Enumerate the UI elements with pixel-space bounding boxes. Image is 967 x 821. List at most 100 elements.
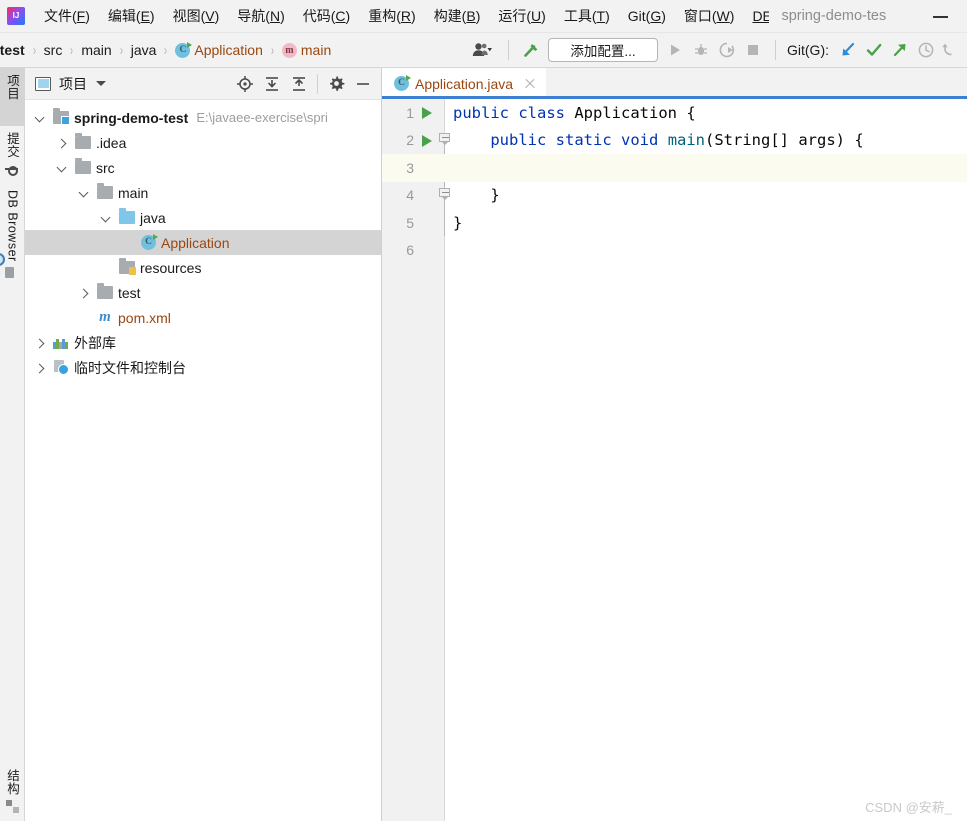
folder-icon — [97, 283, 113, 299]
panel-divider — [317, 73, 318, 94]
menu-item-2[interactable]: 编辑(E) — [99, 2, 164, 30]
settings-gear-icon[interactable] — [324, 72, 348, 96]
vcs-history-icon[interactable] — [913, 37, 939, 63]
breadcrumb: no-test › src › main › java › Application › main — [0, 41, 331, 59]
tree-node-label: Application — [161, 234, 230, 251]
editor-tab-label: Application.java — [415, 75, 514, 92]
build-hammer-icon[interactable] — [518, 37, 544, 63]
menu-item-10[interactable]: Git(G) — [619, 4, 675, 28]
stop-icon[interactable] — [740, 37, 766, 63]
tree-node-临时文件和控制台[interactable]: 临时文件和控制台 — [25, 355, 381, 380]
tree-node-Application[interactable]: Application — [25, 230, 381, 255]
breadcrumb-item-application[interactable]: Application — [175, 41, 263, 58]
chevron-collapsed-icon[interactable] — [33, 336, 47, 350]
user-group-icon[interactable] — [465, 37, 499, 63]
code-line-4[interactable]: 4 } — [382, 182, 967, 210]
breadcrumb-item-java[interactable]: java — [131, 42, 157, 58]
chevron-collapsed-icon[interactable] — [77, 286, 91, 300]
breadcrumb-separator: › — [164, 41, 168, 59]
intellij-idea-window: 文件(F)编辑(E)视图(V)导航(N)代码(C)重构(R)构建(B)运行(U)… — [0, 0, 967, 821]
tree-node-label: java — [140, 209, 166, 226]
chevron-collapsed-icon[interactable] — [55, 136, 69, 150]
menu-item-3[interactable]: 视图(V) — [164, 2, 229, 30]
code-fold-start-icon[interactable] — [439, 132, 450, 146]
minimize-icon[interactable] — [933, 9, 949, 23]
menu-item-8[interactable]: 运行(U) — [489, 2, 554, 30]
module-folder-icon — [53, 108, 70, 125]
tree-node-java[interactable]: java — [25, 205, 381, 230]
run-icon[interactable] — [662, 37, 688, 63]
chevron-expanded-icon[interactable] — [77, 186, 91, 200]
expand-all-icon[interactable] — [260, 72, 284, 96]
menu-mnemonic: G — [650, 8, 662, 24]
close-icon[interactable] — [523, 77, 537, 91]
debug-icon[interactable] — [688, 37, 714, 63]
stripe-button-project-folder[interactable]: 项目 — [0, 68, 25, 126]
menu-item-12[interactable]: DE — [743, 4, 769, 28]
library-bar — [65, 342, 68, 349]
chevron-expanded-icon[interactable] — [55, 161, 69, 175]
code-token: void — [621, 131, 659, 150]
collapse-all-icon[interactable] — [287, 72, 311, 96]
tree-node-path: E:\javaee-exercise\spri — [196, 110, 328, 125]
locate-icon[interactable] — [233, 72, 257, 96]
code-fold-end-icon[interactable] — [439, 187, 450, 201]
code-editor[interactable]: 1 public class Application {2 public stat… — [382, 99, 967, 821]
menu-item-1[interactable]: 文件(F) — [35, 2, 99, 30]
code-line-2[interactable]: 2 public static void main(String[] args)… — [382, 127, 967, 155]
menu-item-6[interactable]: 重构(R) — [359, 2, 424, 30]
code-token: public — [453, 103, 509, 122]
breadcrumb-item-no-test[interactable]: no-test — [0, 42, 25, 58]
menu-item-11[interactable]: 窗口(W) — [675, 2, 744, 30]
stripe-button-commit[interactable]: 提交 — [0, 126, 25, 184]
menu-item-7[interactable]: 构建(B) — [425, 2, 490, 30]
gutter-run-icon[interactable] — [422, 107, 432, 119]
breadcrumb-item-main[interactable]: main — [81, 42, 111, 58]
menu-bar: 文件(F)编辑(E)视图(V)导航(N)代码(C)重构(R)构建(B)运行(U)… — [0, 0, 967, 33]
code-token: static — [555, 131, 612, 150]
tree-node-label: test — [118, 284, 141, 301]
chevron-expanded-icon[interactable] — [99, 211, 113, 225]
intellij-idea-logo-icon — [7, 7, 25, 25]
tree-node-label: .idea — [96, 134, 127, 151]
add-configuration-button[interactable]: 添加配置... — [548, 38, 658, 62]
vcs-push-icon[interactable] — [887, 37, 913, 63]
menu-item-9[interactable]: 工具(T) — [555, 2, 619, 30]
breadcrumb-separator: › — [119, 41, 123, 59]
run-with-coverage-icon[interactable] — [714, 37, 740, 63]
stripe-button-db-browser[interactable]: DB Browser — [0, 184, 25, 288]
tree-node-main[interactable]: main — [25, 180, 381, 205]
tree-node-label: spring-demo-test — [74, 109, 189, 126]
vcs-rollback-icon[interactable] — [939, 37, 959, 63]
vcs-commit-icon[interactable] — [861, 37, 887, 63]
tree-node-外部库[interactable]: 外部库 — [25, 330, 381, 355]
hide-panel-icon[interactable] — [351, 72, 375, 96]
stripe-button-structure[interactable]: 结构 — [0, 763, 25, 821]
tree-node-label: 临时文件和控制台 — [74, 359, 186, 376]
tree-node-spring-demo-test[interactable]: spring-demo-test E:\javaee-exercise\spri — [25, 105, 381, 130]
tree-node-src[interactable]: src — [25, 155, 381, 180]
code-line-3[interactable]: 3 — [382, 154, 967, 182]
tree-node-pom.xml[interactable]: pom.xml — [25, 305, 381, 330]
breadcrumb-item-src[interactable]: src — [44, 42, 63, 58]
tree-node-label: pom.xml — [118, 309, 171, 326]
chevron-expanded-icon[interactable] — [33, 111, 47, 125]
tree-node-label: 外部库 — [74, 334, 116, 351]
menu-item-4[interactable]: 导航(N) — [228, 2, 293, 30]
chevron-collapsed-icon[interactable] — [33, 361, 47, 375]
code-line-5[interactable]: 5} — [382, 209, 967, 237]
tree-node-test[interactable]: test — [25, 280, 381, 305]
vcs-update-icon[interactable] — [835, 37, 861, 63]
menu-item-5[interactable]: 代码(C) — [294, 2, 359, 30]
code-line-1[interactable]: 1 public class Application { — [382, 99, 967, 127]
editor-tab-application-java[interactable]: Application.java — [382, 68, 547, 99]
tree-node-resources[interactable]: resources — [25, 255, 381, 280]
chevron-down-icon[interactable] — [96, 81, 106, 86]
breadcrumb-item-main[interactable]: main — [281, 42, 331, 58]
project-panel-actions — [233, 72, 375, 96]
gutter-run-icon[interactable] — [422, 134, 432, 147]
code-line-6[interactable]: 6 — [382, 237, 967, 265]
tree-node-.idea[interactable]: .idea — [25, 130, 381, 155]
